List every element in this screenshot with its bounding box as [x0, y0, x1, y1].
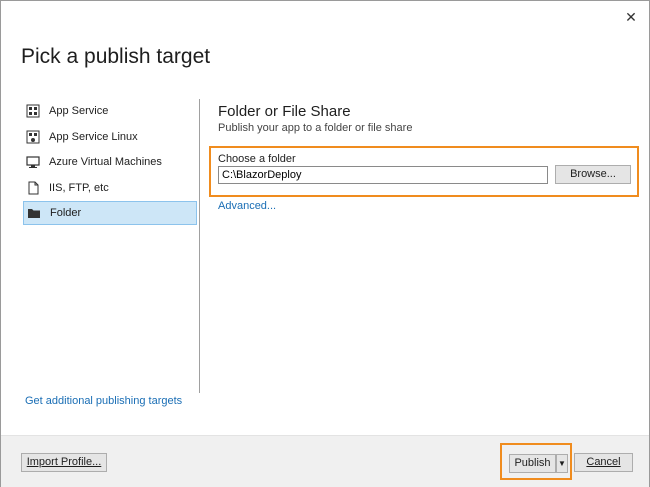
- import-profile-label: Import Profile...: [26, 456, 102, 468]
- get-additional-targets-link[interactable]: Get additional publishing targets: [25, 395, 182, 407]
- sidebar-item-label: IIS, FTP, etc: [49, 181, 109, 194]
- app-service-linux-icon: [26, 130, 40, 144]
- close-icon[interactable]: ✕: [623, 9, 639, 25]
- folder-icon: [27, 206, 41, 220]
- publish-target-list: App Service App Service Linux Azure Virt…: [17, 99, 200, 393]
- import-profile-button[interactable]: Import Profile...: [21, 453, 107, 472]
- advanced-link[interactable]: Advanced...: [218, 200, 276, 212]
- sidebar-item-app-service[interactable]: App Service: [23, 99, 197, 123]
- folder-path-input[interactable]: C:\BlazorDeploy: [218, 166, 548, 184]
- browse-button[interactable]: Browse...: [555, 165, 631, 184]
- sidebar-item-iis-ftp[interactable]: IIS, FTP, etc: [23, 176, 197, 200]
- virtual-machines-icon: [26, 155, 40, 169]
- sidebar-item-label: Azure Virtual Machines: [49, 156, 162, 168]
- choose-folder-label: Choose a folder: [218, 153, 296, 165]
- publish-dialog: ✕ Pick a publish target App Service App …: [0, 0, 650, 487]
- publish-button[interactable]: Publish: [509, 454, 556, 473]
- dialog-footer: Import Profile... Publish ▼ Cancel: [1, 435, 649, 487]
- sidebar-item-label: App Service: [49, 105, 109, 117]
- target-description: Publish your app to a folder or file sha…: [218, 122, 413, 134]
- chevron-down-icon[interactable]: ▼: [556, 454, 568, 473]
- target-details: Folder or File Share Publish your app to…: [218, 103, 412, 134]
- cancel-label: Cancel: [586, 456, 621, 468]
- sidebar-item-folder[interactable]: Folder: [23, 201, 197, 225]
- publish-button-group: Publish ▼: [500, 443, 572, 480]
- sidebar-item-azure-virtual-machines[interactable]: Azure Virtual Machines: [23, 150, 197, 174]
- target-heading: Folder or File Share: [218, 103, 351, 120]
- sidebar-item-label: App Service Linux: [49, 130, 138, 143]
- cancel-button[interactable]: Cancel: [574, 453, 633, 472]
- choose-folder-group: Choose a folder C:\BlazorDeploy Browse..…: [209, 146, 639, 197]
- sidebar-item-label: Folder: [50, 207, 82, 219]
- app-service-icon: [26, 104, 40, 118]
- dialog-title: Pick a publish target: [21, 45, 211, 68]
- file-icon: [26, 181, 40, 195]
- sidebar-item-app-service-linux[interactable]: App Service Linux: [23, 125, 197, 149]
